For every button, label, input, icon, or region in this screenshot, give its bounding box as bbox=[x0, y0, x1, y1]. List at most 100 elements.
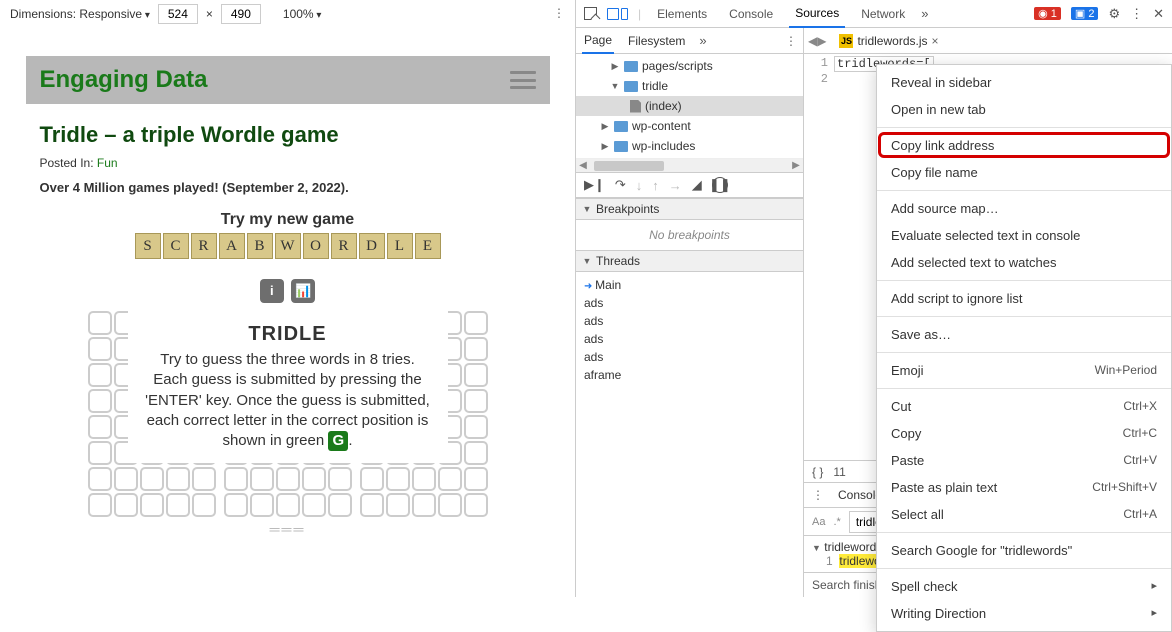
hamburger-icon[interactable] bbox=[510, 71, 536, 89]
deactivate-bp-icon[interactable]: ◢ bbox=[692, 177, 702, 193]
ctx-copy-file[interactable]: Copy file name bbox=[877, 159, 1171, 186]
pretty-print-icon[interactable]: { } bbox=[812, 465, 823, 479]
thread-main[interactable]: Main bbox=[584, 276, 795, 294]
step-into-icon[interactable]: ↓ bbox=[636, 178, 643, 193]
ctx-open-tab[interactable]: Open in new tab bbox=[877, 96, 1171, 123]
grid-cell bbox=[88, 467, 112, 491]
tab-sources[interactable]: Sources bbox=[789, 0, 845, 28]
grid-cell bbox=[464, 311, 488, 335]
ctx-ignore[interactable]: Add script to ignore list bbox=[877, 285, 1171, 312]
file-tree[interactable]: ▶pages/scripts ▼tridle (index) ▶wp-conte… bbox=[576, 54, 803, 158]
zoom-dropdown[interactable]: 100% bbox=[283, 7, 322, 21]
ctx-writing[interactable]: Writing Direction bbox=[877, 600, 1171, 627]
grid-cell bbox=[192, 467, 216, 491]
step-icon[interactable]: → bbox=[669, 178, 682, 193]
nav-overflow-icon[interactable]: » bbox=[699, 33, 706, 48]
tree-hscroll[interactable]: ◀▶ bbox=[576, 158, 803, 172]
grid-cell bbox=[464, 441, 488, 465]
tab-page[interactable]: Page bbox=[582, 28, 614, 54]
tile-E: E bbox=[415, 233, 441, 259]
ctx-eval[interactable]: Evaluate selected text in console bbox=[877, 222, 1171, 249]
grid-cell bbox=[224, 493, 248, 517]
post-meta: Posted In: Fun bbox=[40, 156, 536, 170]
grid-cell bbox=[250, 467, 274, 491]
folder-icon bbox=[624, 61, 638, 72]
stats-icon[interactable]: 📊 bbox=[291, 279, 315, 303]
preview-more-icon[interactable]: ⋮ bbox=[553, 6, 565, 20]
grid-cell bbox=[438, 467, 462, 491]
ctx-cut[interactable]: CutCtrl+X bbox=[877, 393, 1171, 420]
file-icon bbox=[630, 100, 641, 113]
tab-console[interactable]: Console bbox=[723, 1, 779, 27]
grid-cell bbox=[114, 467, 138, 491]
grid-cell bbox=[328, 493, 352, 517]
tabs-overflow-icon[interactable]: » bbox=[921, 6, 928, 21]
folder-icon bbox=[614, 121, 628, 132]
tabs-scroll-icon[interactable]: ◀▶ bbox=[808, 34, 826, 48]
threads-header[interactable]: ▼Threads bbox=[576, 250, 803, 272]
grid-cell bbox=[464, 337, 488, 361]
page-header: Engaging Data bbox=[26, 56, 550, 104]
grid-cell bbox=[88, 415, 112, 439]
ctx-reveal[interactable]: Reveal in sidebar bbox=[877, 69, 1171, 96]
ctx-add-map[interactable]: Add source map… bbox=[877, 195, 1171, 222]
ctx-google[interactable]: Search Google for "tridlewords" bbox=[877, 537, 1171, 564]
grid-cell bbox=[88, 363, 112, 387]
ctx-copy[interactable]: CopyCtrl+C bbox=[877, 420, 1171, 447]
thread-ads[interactable]: ads bbox=[584, 312, 795, 330]
inspect-icon[interactable] bbox=[584, 7, 597, 20]
ctx-emoji[interactable]: EmojiWin+Period bbox=[877, 357, 1171, 384]
tab-filesystem[interactable]: Filesystem bbox=[626, 29, 687, 53]
debugger-toolbar: ▶❙ ↷ ↓ ↑ → ◢ ❚❚ bbox=[576, 172, 803, 198]
grid-cell bbox=[166, 467, 190, 491]
ctx-paste[interactable]: PasteCtrl+V bbox=[877, 447, 1171, 474]
width-input[interactable] bbox=[158, 4, 198, 24]
grid-cell bbox=[276, 467, 300, 491]
ctx-select-all[interactable]: Select allCtrl+A bbox=[877, 501, 1171, 528]
tree-wp-content[interactable]: ▶wp-content bbox=[576, 116, 803, 136]
nav-kebab-icon[interactable]: ⋮ bbox=[785, 34, 797, 48]
file-tabs: ◀▶ JS tridlewords.js × bbox=[804, 28, 1172, 54]
step-out-icon[interactable]: ↑ bbox=[652, 178, 659, 193]
device-toggle-icon[interactable] bbox=[607, 8, 628, 20]
file-tab-tridlewords[interactable]: JS tridlewords.js × bbox=[830, 29, 947, 53]
thread-ads[interactable]: ads bbox=[584, 348, 795, 366]
dimension-x: × bbox=[206, 7, 213, 21]
dimensions-dropdown[interactable]: Dimensions: Responsive bbox=[10, 7, 150, 21]
tab-elements[interactable]: Elements bbox=[651, 1, 713, 27]
tab-network[interactable]: Network bbox=[855, 1, 911, 27]
ctx-paste-plain[interactable]: Paste as plain textCtrl+Shift+V bbox=[877, 474, 1171, 501]
tree-wp-includes[interactable]: ▶wp-includes bbox=[576, 136, 803, 156]
thread-aframe[interactable]: aframe bbox=[584, 366, 795, 384]
info-icon[interactable]: i bbox=[260, 279, 284, 303]
tree-index[interactable]: (index) bbox=[576, 96, 803, 116]
ctx-copy-link[interactable]: Copy link address bbox=[877, 132, 1171, 159]
close-tab-icon[interactable]: × bbox=[932, 34, 939, 48]
green-tile-icon: G bbox=[328, 431, 348, 451]
drawer-kebab-icon[interactable]: ⋮ bbox=[812, 488, 824, 502]
ctx-saveas[interactable]: Save as… bbox=[877, 321, 1171, 348]
kebab-icon[interactable]: ⋮ bbox=[1130, 6, 1143, 22]
preview-toolbar: Dimensions: Responsive × 100% ⋮ bbox=[0, 0, 575, 28]
drag-handle-icon[interactable]: ═══ bbox=[40, 517, 536, 541]
message-badge[interactable]: ▣ 2 bbox=[1071, 7, 1099, 20]
pause-exception-icon[interactable]: ❚❚ bbox=[712, 177, 728, 193]
thread-ads[interactable]: ads bbox=[584, 330, 795, 348]
height-input[interactable] bbox=[221, 4, 261, 24]
breakpoints-header[interactable]: ▼Breakpoints bbox=[576, 198, 803, 220]
sources-left: Page Filesystem » ⋮ ▶pages/scripts ▼trid… bbox=[576, 28, 804, 597]
thread-ads[interactable]: ads bbox=[584, 294, 795, 312]
category-link[interactable]: Fun bbox=[97, 156, 118, 170]
error-badge[interactable]: ◉ 1 bbox=[1034, 7, 1061, 20]
scrabwordle-tiles[interactable]: SCRABWORDLE bbox=[40, 233, 536, 259]
close-icon[interactable]: ✕ bbox=[1153, 6, 1164, 22]
gear-icon[interactable]: ⚙ bbox=[1108, 6, 1120, 22]
ctx-watch[interactable]: Add selected text to watches bbox=[877, 249, 1171, 276]
tree-pages-scripts[interactable]: ▶pages/scripts bbox=[576, 56, 803, 76]
case-toggle[interactable]: Aa bbox=[812, 516, 825, 528]
tree-tridle[interactable]: ▼tridle bbox=[576, 76, 803, 96]
ctx-spell[interactable]: Spell check bbox=[877, 573, 1171, 600]
step-over-icon[interactable]: ↷ bbox=[615, 177, 626, 193]
regex-toggle[interactable]: .* bbox=[833, 516, 840, 528]
resume-icon[interactable]: ▶❙ bbox=[584, 177, 605, 193]
